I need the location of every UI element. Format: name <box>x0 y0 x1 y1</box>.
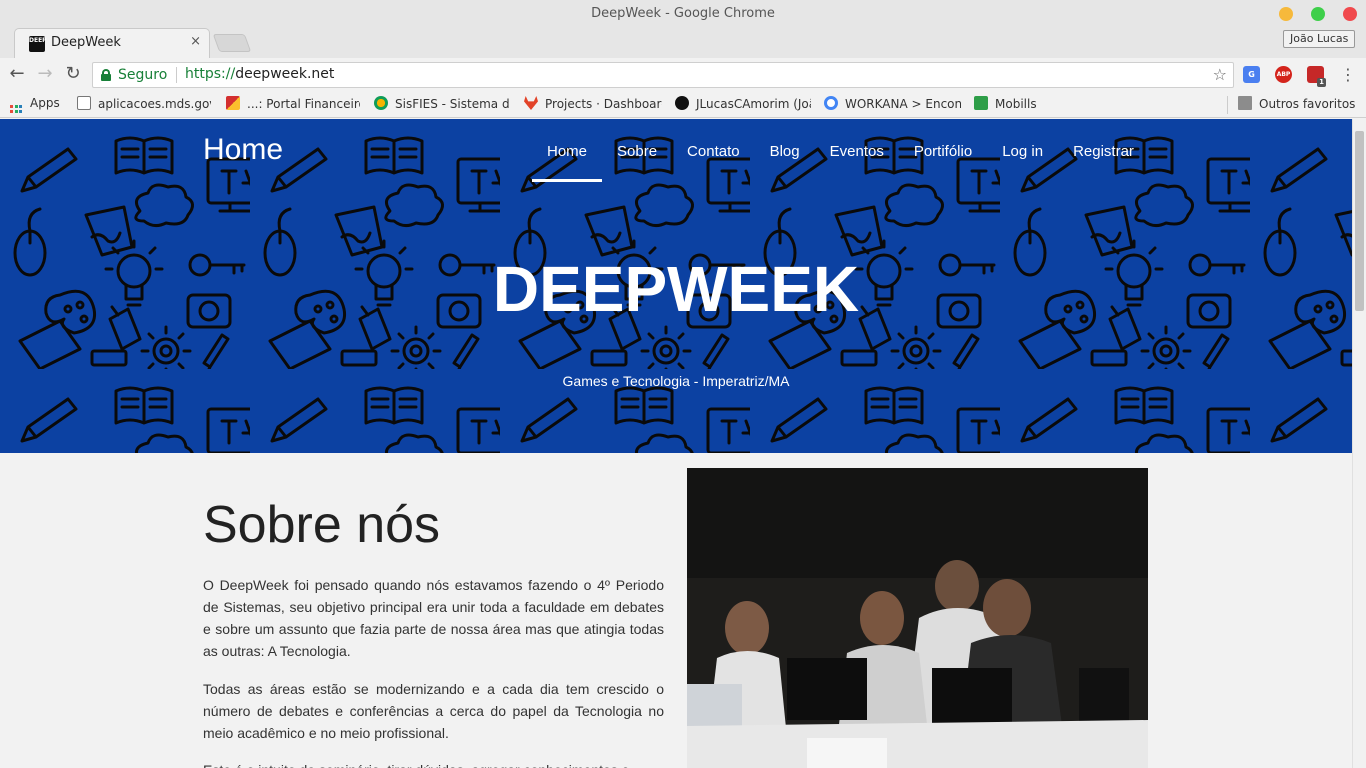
about-paragraph: O DeepWeek foi pensado quando nós estava… <box>203 577 664 659</box>
scrollbar-thumb[interactable] <box>1355 131 1364 311</box>
address-bar[interactable]: Seguro https://deepweek.net ☆ <box>92 62 1234 88</box>
bookmark-label: ...: Portal Financeiro <box>247 97 360 111</box>
folder-icon <box>1238 96 1252 110</box>
tab-close-icon[interactable]: × <box>190 34 201 49</box>
event-photo <box>687 468 1148 768</box>
tab-title: DeepWeek <box>51 35 121 50</box>
forward-arrow-icon[interactable]: → <box>34 63 56 84</box>
bookmark-label: WORKANA > Encontr <box>845 97 961 111</box>
secure-label[interactable]: Seguro <box>118 67 167 83</box>
deepweek-favicon-icon: DEEP <box>29 36 47 52</box>
event-photo-illustration <box>687 468 1148 768</box>
translate-extension-icon[interactable]: G <box>1243 66 1260 83</box>
bookmark-label: Outros favoritos <box>1259 97 1356 111</box>
bookmark-star-icon[interactable]: ☆ <box>1213 65 1227 84</box>
chrome-menu-icon[interactable]: ⋮ <box>1340 65 1356 84</box>
hero-section: Home Home Sobre Contato Blog Eventos Por… <box>0 119 1352 453</box>
github-icon <box>675 96 689 110</box>
url-text[interactable]: https://deepweek.net <box>185 66 334 82</box>
extension-icon[interactable]: 1 <box>1307 66 1326 87</box>
bookmark-github[interactable]: JLucasCAmorim (João <box>675 96 811 114</box>
gitlab-icon <box>524 96 538 110</box>
url-host: deepweek.net <box>235 66 335 82</box>
bookmark-aplicacoes[interactable]: aplicacoes.mds.gov <box>77 96 211 114</box>
bookmark-gitlab-projects[interactable]: Projects · Dashboard <box>524 96 662 114</box>
close-window-button[interactable] <box>1343 7 1357 21</box>
bookmarks-separator <box>1227 96 1228 114</box>
maximize-button[interactable] <box>1311 7 1325 21</box>
about-paragraph: Este é o intuito do seminário, tirar dúv… <box>203 759 664 768</box>
nav-registrar[interactable]: Registrar <box>1058 143 1149 160</box>
nav-portifolio[interactable]: Portifólio <box>899 143 987 160</box>
page-icon <box>77 96 91 110</box>
hero-subtitle: Games e Tecnologia - Imperatriz/MA <box>562 373 790 389</box>
nav-blog[interactable]: Blog <box>755 143 815 160</box>
nav-sobre[interactable]: Sobre <box>602 143 672 160</box>
workana-icon <box>824 96 838 110</box>
bookmark-label: Apps <box>30 96 60 110</box>
bookmark-workana[interactable]: WORKANA > Encontr <box>824 96 961 114</box>
hero-title: DEEPWEEK <box>492 253 860 325</box>
minimize-button[interactable] <box>1279 7 1293 21</box>
browser-tab[interactable]: DEEP DeepWeek × <box>14 28 210 58</box>
page-viewport: Home Home Sobre Contato Blog Eventos Por… <box>0 119 1352 768</box>
adblock-extension-icon[interactable]: ABP <box>1275 66 1292 83</box>
bookmarks-bar: Apps aplicacoes.mds.gov ...: Portal Fina… <box>0 92 1366 118</box>
reload-icon[interactable]: ↻ <box>62 63 84 84</box>
profile-button[interactable]: João Lucas <box>1283 30 1356 48</box>
bookmark-label: SisFIES - Sistema de <box>395 97 510 111</box>
bookmark-portal-financeiro[interactable]: ...: Portal Financeiro <box>226 96 360 114</box>
main-navigation: Home Sobre Contato Blog Eventos Portifól… <box>532 143 1149 160</box>
bookmark-other-favorites[interactable]: Outros favoritos <box>1238 96 1358 114</box>
lock-icon[interactable] <box>101 69 111 81</box>
back-arrow-icon[interactable]: ← <box>6 63 28 84</box>
extension-badge: 1 <box>1317 78 1326 87</box>
browser-toolbar: ← → ↻ Seguro https://deepweek.net ☆ G AB… <box>0 58 1366 92</box>
about-paragraph: Todas as áreas estão se modernizando e a… <box>203 681 664 741</box>
bookmark-label: JLucasCAmorim (João <box>696 97 811 111</box>
site-brand-link[interactable]: Home <box>203 133 283 167</box>
bookmark-label: Projects · Dashboard <box>545 97 662 111</box>
nav-eventos[interactable]: Eventos <box>815 143 899 160</box>
portal-financeiro-icon <box>226 96 240 110</box>
active-nav-indicator <box>532 179 602 182</box>
bookmark-sisfies[interactable]: SisFIES - Sistema de <box>374 96 510 114</box>
apps-grid-icon <box>10 105 22 114</box>
bookmark-mobills[interactable]: Mobills <box>974 96 1054 114</box>
sisfies-icon <box>374 96 388 110</box>
nav-contato[interactable]: Contato <box>672 143 755 160</box>
page-scrollbar[interactable] <box>1352 119 1366 768</box>
bookmark-apps[interactable]: Apps <box>10 96 70 114</box>
mobills-icon <box>974 96 988 110</box>
url-separator <box>176 67 177 83</box>
url-scheme: https:// <box>185 66 236 82</box>
window-title: DeepWeek - Google Chrome <box>591 6 775 21</box>
window-titlebar: DeepWeek - Google Chrome João Lucas DEEP… <box>0 0 1366 58</box>
bookmark-label: Mobills <box>995 97 1037 111</box>
nav-home[interactable]: Home <box>532 143 602 160</box>
bookmark-label: aplicacoes.mds.gov <box>98 97 211 111</box>
nav-login[interactable]: Log in <box>987 143 1058 160</box>
new-tab-button[interactable] <box>212 34 252 52</box>
about-heading: Sobre nós <box>203 496 441 554</box>
